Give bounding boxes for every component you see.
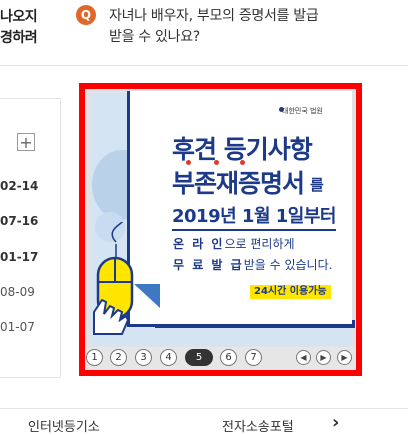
free-rest-text: 받을 수 있습니다.	[243, 258, 333, 272]
top-left-line1: 나오지	[0, 9, 38, 25]
online-bold-text: 온 라 인	[173, 237, 225, 251]
chevron-right-icon[interactable]: ▶	[337, 350, 352, 365]
emphasis-dot	[186, 160, 191, 165]
list-date[interactable]: 08-09	[0, 285, 35, 299]
court-logo-text: 대한민국 법원	[282, 107, 323, 115]
bottom-link-right[interactable]: 전자소송포털	[222, 416, 294, 435]
chevron-right-icon[interactable]: ›	[332, 412, 339, 433]
banner-free-line: 무 료 발 급받을 수 있습니다.	[173, 256, 332, 273]
page-button-4[interactable]: 4	[160, 349, 177, 366]
page-button-2[interactable]: 2	[110, 349, 127, 366]
free-bold-text: 무 료 발 급	[173, 258, 244, 272]
banner-title-suffix: 를	[310, 176, 324, 194]
page-button-6[interactable]: 6	[220, 349, 237, 366]
bottom-link-left[interactable]: 인터넷등기소	[28, 416, 100, 435]
top-left-line2: 경하려	[0, 30, 38, 46]
top-left-card[interactable]: 나오지 경하려	[0, 0, 61, 66]
list-date[interactable]: 02-14	[0, 179, 38, 193]
question-icon: Q	[76, 5, 96, 25]
page-button-1[interactable]: 1	[86, 349, 103, 366]
play-icon[interactable]: ▶	[316, 350, 331, 365]
list-date[interactable]: 01-17	[0, 250, 38, 264]
list-date[interactable]: 07-16	[0, 214, 38, 228]
banner-online-line: 온 라 인으로 편리하게	[173, 235, 295, 252]
faq-question-line1[interactable]: 자녀나 배우자, 부모의 증명서를 발급	[109, 5, 319, 25]
faq-question-line2[interactable]: 받을 수 있나요?	[109, 26, 200, 46]
page-button-5-active[interactable]: 5	[185, 349, 213, 366]
mouse-click-icon	[93, 222, 134, 335]
list-date[interactable]: 01-07	[0, 320, 35, 334]
banner-date-line: 2019년 1월 1일부터	[172, 202, 336, 231]
page-button-3[interactable]: 3	[135, 349, 152, 366]
banner-title-line2: 부존재증명서	[172, 169, 305, 198]
page-button-7[interactable]: 7	[245, 349, 262, 366]
emphasis-dot	[214, 160, 219, 165]
online-rest-text: 으로 편리하게	[224, 237, 295, 251]
emphasis-dot	[240, 160, 245, 165]
availability-badge: 24시간 이용가능	[250, 285, 331, 299]
bottom-divider	[0, 408, 408, 409]
more-button[interactable]: +	[17, 133, 35, 151]
chevron-left-icon[interactable]: ◀	[296, 350, 311, 365]
